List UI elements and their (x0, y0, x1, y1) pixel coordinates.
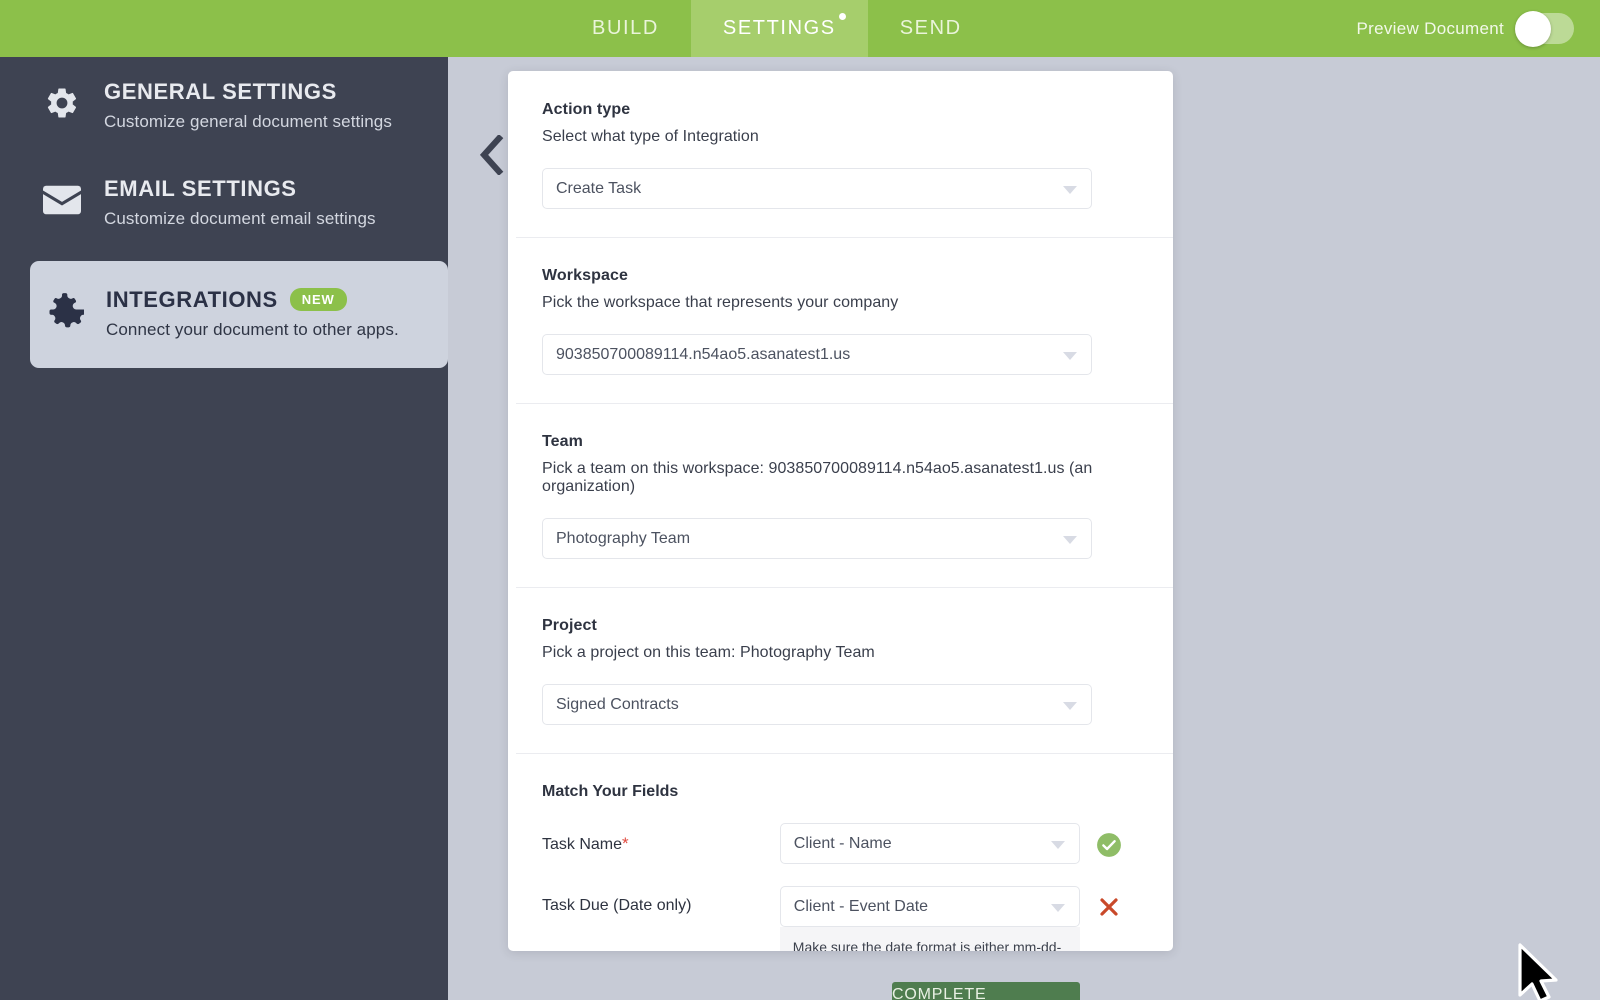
task-due-select[interactable]: Client - Event Date (780, 886, 1080, 927)
settings-sidebar: GENERAL SETTINGS Customize general docum… (0, 57, 448, 1000)
preview-document-label: Preview Document (1357, 19, 1504, 39)
sidebar-item-integrations-text: INTEGRATIONS NEW Connect your document t… (106, 287, 399, 340)
check-circle-icon (1096, 832, 1122, 858)
puzzle-icon (44, 291, 84, 331)
team-value: Photography Team (556, 530, 690, 548)
chevron-down-icon (1063, 536, 1077, 544)
project-select[interactable]: Signed Contracts (542, 684, 1092, 725)
sidebar-item-integrations-title: INTEGRATIONS NEW (106, 287, 399, 313)
top-navigation-bar: BUILD SETTINGS SEND Preview Document (0, 0, 1600, 57)
chevron-down-icon (1063, 186, 1077, 194)
app-root: BUILD SETTINGS SEND Preview Document (0, 0, 1600, 1000)
task-due-label-text: Task Due (Date only) (542, 897, 691, 914)
field-row-task-due: Task Due (Date only) Client - Event Date… (542, 886, 1139, 951)
sidebar-item-integrations[interactable]: INTEGRATIONS NEW Connect your document t… (30, 261, 448, 368)
sidebar-item-email-settings[interactable]: EMAIL SETTINGS Customize document email … (0, 154, 448, 251)
sidebar-item-general-settings[interactable]: GENERAL SETTINGS Customize general docum… (0, 57, 448, 154)
section-team: Team Pick a team on this workspace: 9038… (508, 403, 1173, 587)
sidebar-item-integrations-subtitle: Connect your document to other apps. (106, 320, 399, 340)
preview-document-toggle[interactable] (1518, 13, 1574, 44)
field-label-task-due: Task Due (Date only) (542, 886, 780, 915)
task-name-label-text: Task Name (542, 836, 622, 853)
top-tabs: BUILD SETTINGS SEND (560, 0, 994, 57)
project-value: Signed Contracts (556, 696, 679, 714)
action-type-select[interactable]: Create Task (542, 168, 1092, 209)
topbar-spacer (0, 0, 560, 57)
section-project-description: Pick a project on this team: Photography… (542, 644, 1139, 662)
envelope-icon (42, 180, 82, 220)
field-row-task-name: Task Name* Client - Name (542, 823, 1139, 864)
tab-settings-label: SETTINGS (723, 17, 836, 40)
integrations-label: INTEGRATIONS (106, 287, 278, 313)
integration-settings-card: Action type Select what type of Integrat… (508, 71, 1173, 951)
complete-integration-button[interactable]: COMPLETE INTEGRATION (892, 982, 1080, 1000)
sidebar-item-email-settings-title: EMAIL SETTINGS (104, 176, 376, 202)
chevron-down-icon (1051, 904, 1065, 912)
chevron-down-icon (1063, 702, 1077, 710)
tab-send-label: SEND (900, 17, 962, 40)
section-workspace-description: Pick the workspace that represents your … (542, 294, 1139, 312)
settings-notification-dot-icon (839, 13, 846, 20)
task-name-value: Client - Name (794, 835, 892, 853)
section-team-description: Pick a team on this workspace: 903850700… (542, 460, 1139, 496)
section-match-your-fields: Match Your Fields Task Name* Client - Na… (508, 753, 1173, 951)
section-action-type: Action type Select what type of Integrat… (508, 71, 1173, 237)
task-due-value: Client - Event Date (794, 898, 928, 916)
status-indicator-task-due (1080, 886, 1139, 919)
toggle-knob (1515, 11, 1551, 47)
section-action-type-description: Select what type of Integration (542, 128, 1139, 146)
sidebar-item-email-settings-text: EMAIL SETTINGS Customize document email … (104, 176, 376, 229)
section-team-title: Team (542, 433, 1139, 451)
tab-settings[interactable]: SETTINGS (691, 0, 868, 57)
sidebar-item-general-settings-title: GENERAL SETTINGS (104, 79, 392, 105)
sidebar-item-general-settings-text: GENERAL SETTINGS Customize general docum… (104, 79, 392, 132)
task-due-format-hint: Make sure the date format is either mm-d… (780, 927, 1080, 951)
email-settings-label: EMAIL SETTINGS (104, 176, 297, 202)
status-badge-new: NEW (290, 288, 347, 311)
sidebar-item-general-settings-subtitle: Customize general document settings (104, 112, 392, 132)
mouse-cursor (1516, 943, 1562, 1000)
chevron-left-icon[interactable] (474, 135, 508, 175)
team-select[interactable]: Photography Team (542, 518, 1092, 559)
action-type-value: Create Task (556, 180, 641, 198)
content-area: COMPLETE INTEGRATION Action type Select … (448, 57, 1600, 1000)
tab-build[interactable]: BUILD (560, 0, 691, 57)
preview-document-control: Preview Document (1357, 13, 1600, 44)
required-marker: * (622, 834, 629, 853)
tab-send[interactable]: SEND (868, 0, 994, 57)
field-control-task-due: Client - Event Date Make sure the date f… (780, 886, 1080, 951)
section-action-type-title: Action type (542, 101, 1139, 119)
tab-build-label: BUILD (592, 17, 659, 40)
field-control-task-name: Client - Name (780, 823, 1080, 864)
chevron-down-icon (1051, 841, 1065, 849)
workspace-value: 903850700089114.n54ao5.asanatest1.us (556, 346, 850, 364)
gear-icon (42, 83, 82, 123)
section-project: Project Pick a project on this team: Pho… (508, 587, 1173, 753)
sidebar-item-email-settings-subtitle: Customize document email settings (104, 209, 376, 229)
status-indicator-task-name (1080, 823, 1139, 858)
section-project-title: Project (542, 617, 1139, 635)
chevron-down-icon (1063, 352, 1077, 360)
x-icon (1097, 895, 1121, 919)
complete-integration-label: COMPLETE INTEGRATION (892, 986, 1080, 1000)
general-settings-label: GENERAL SETTINGS (104, 79, 337, 105)
match-fields-title: Match Your Fields (542, 783, 1139, 801)
workspace-select[interactable]: 903850700089114.n54ao5.asanatest1.us (542, 334, 1092, 375)
task-name-select[interactable]: Client - Name (780, 823, 1080, 864)
section-workspace: Workspace Pick the workspace that repres… (508, 237, 1173, 403)
section-workspace-title: Workspace (542, 267, 1139, 285)
field-label-task-name: Task Name* (542, 823, 780, 854)
